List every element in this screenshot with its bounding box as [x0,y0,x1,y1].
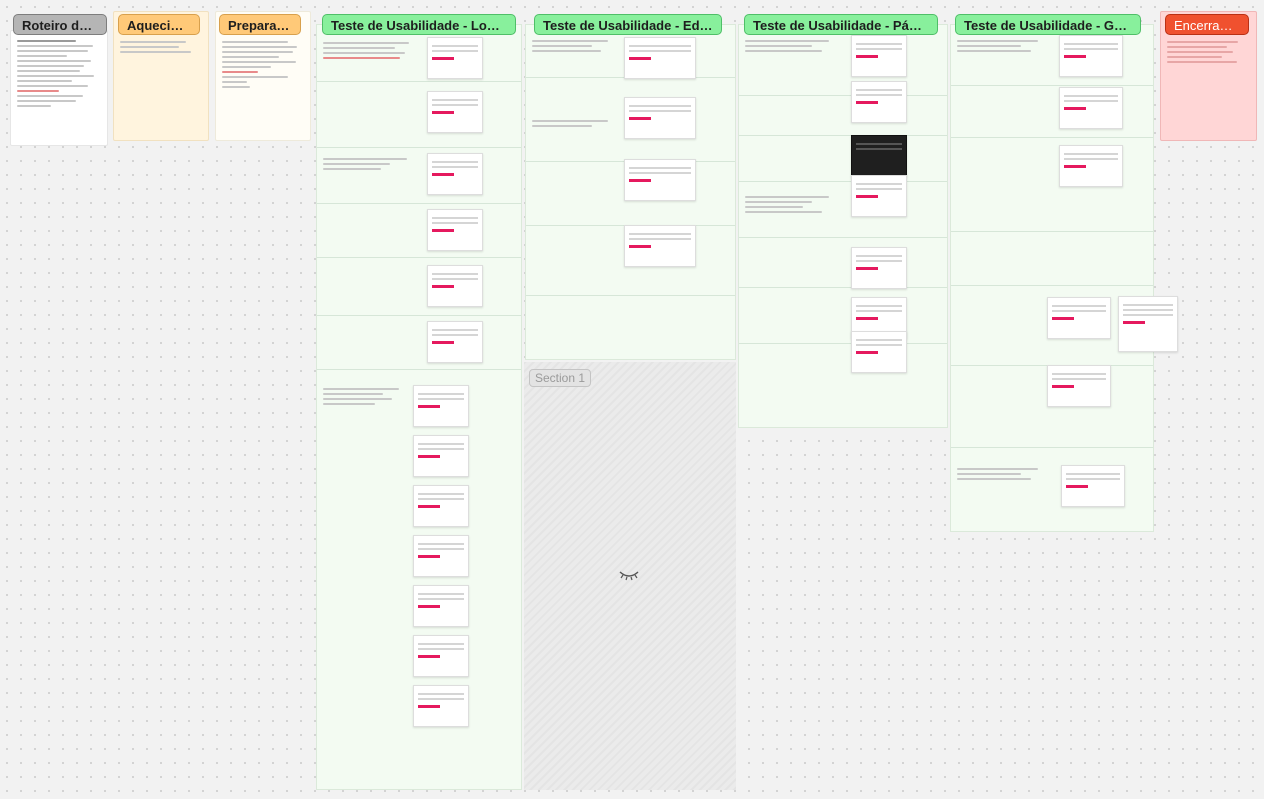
screenshot-thumb [624,37,696,79]
screenshot-thumb [413,585,469,627]
screenshot-thumb [413,635,469,677]
frame-edicao[interactable] [525,24,736,360]
eye-closed-icon [618,568,640,584]
frame-login[interactable] [316,24,522,790]
screenshot-thumb [851,81,907,123]
frame-pagina[interactable] [738,24,948,428]
column-title-gestao[interactable]: Teste de Usabilidade - Gestão d [955,14,1141,35]
screenshot-thumb [1059,87,1123,129]
screenshot-thumb [851,35,907,77]
screenshot-thumb [1059,145,1123,187]
screenshot-thumb [1047,365,1111,407]
frame-gestao[interactable] [950,24,1154,532]
column-title-roteiro[interactable]: Roteiro do teste [13,14,107,35]
column-title-aquecimento[interactable]: Aquecimento [118,14,200,35]
screenshot-thumb [851,175,907,217]
screenshot-thumb [624,225,696,267]
column-title-encerramento[interactable]: Encerramen [1165,14,1249,35]
screenshot-thumb [1059,35,1123,77]
screenshot-thumb-dark [851,135,907,177]
section-label[interactable]: Section 1 [529,369,592,387]
screenshot-thumb [624,159,696,201]
screenshot-thumb [413,435,469,477]
column-title-pagina[interactable]: Teste de Usabilidade - Página da [744,14,938,35]
screenshot-thumb [851,247,907,289]
screenshot-thumb [427,91,483,133]
screenshot-thumb [427,37,483,79]
screenshot-thumb [427,321,483,363]
screenshot-thumb [851,331,907,373]
screenshot-thumb [413,535,469,577]
column-title-login[interactable]: Teste de Usabilidade - Login Inte [322,14,516,35]
roteiro-sticky[interactable] [10,30,108,146]
screenshot-thumb [413,485,469,527]
screenshot-thumb [427,265,483,307]
screenshot-thumb [1047,297,1111,339]
column-title-preparativo[interactable]: Preparativo [219,14,301,35]
screenshot-thumb [413,385,469,427]
screenshot-thumb [427,209,483,251]
column-title-edicao[interactable]: Teste de Usabilidade - Edição do [534,14,722,35]
screenshot-thumb [427,153,483,195]
screenshot-thumb [624,97,696,139]
screenshot-thumb-extra [1118,296,1178,352]
screenshot-thumb [1061,465,1125,507]
screenshot-thumb [413,685,469,727]
